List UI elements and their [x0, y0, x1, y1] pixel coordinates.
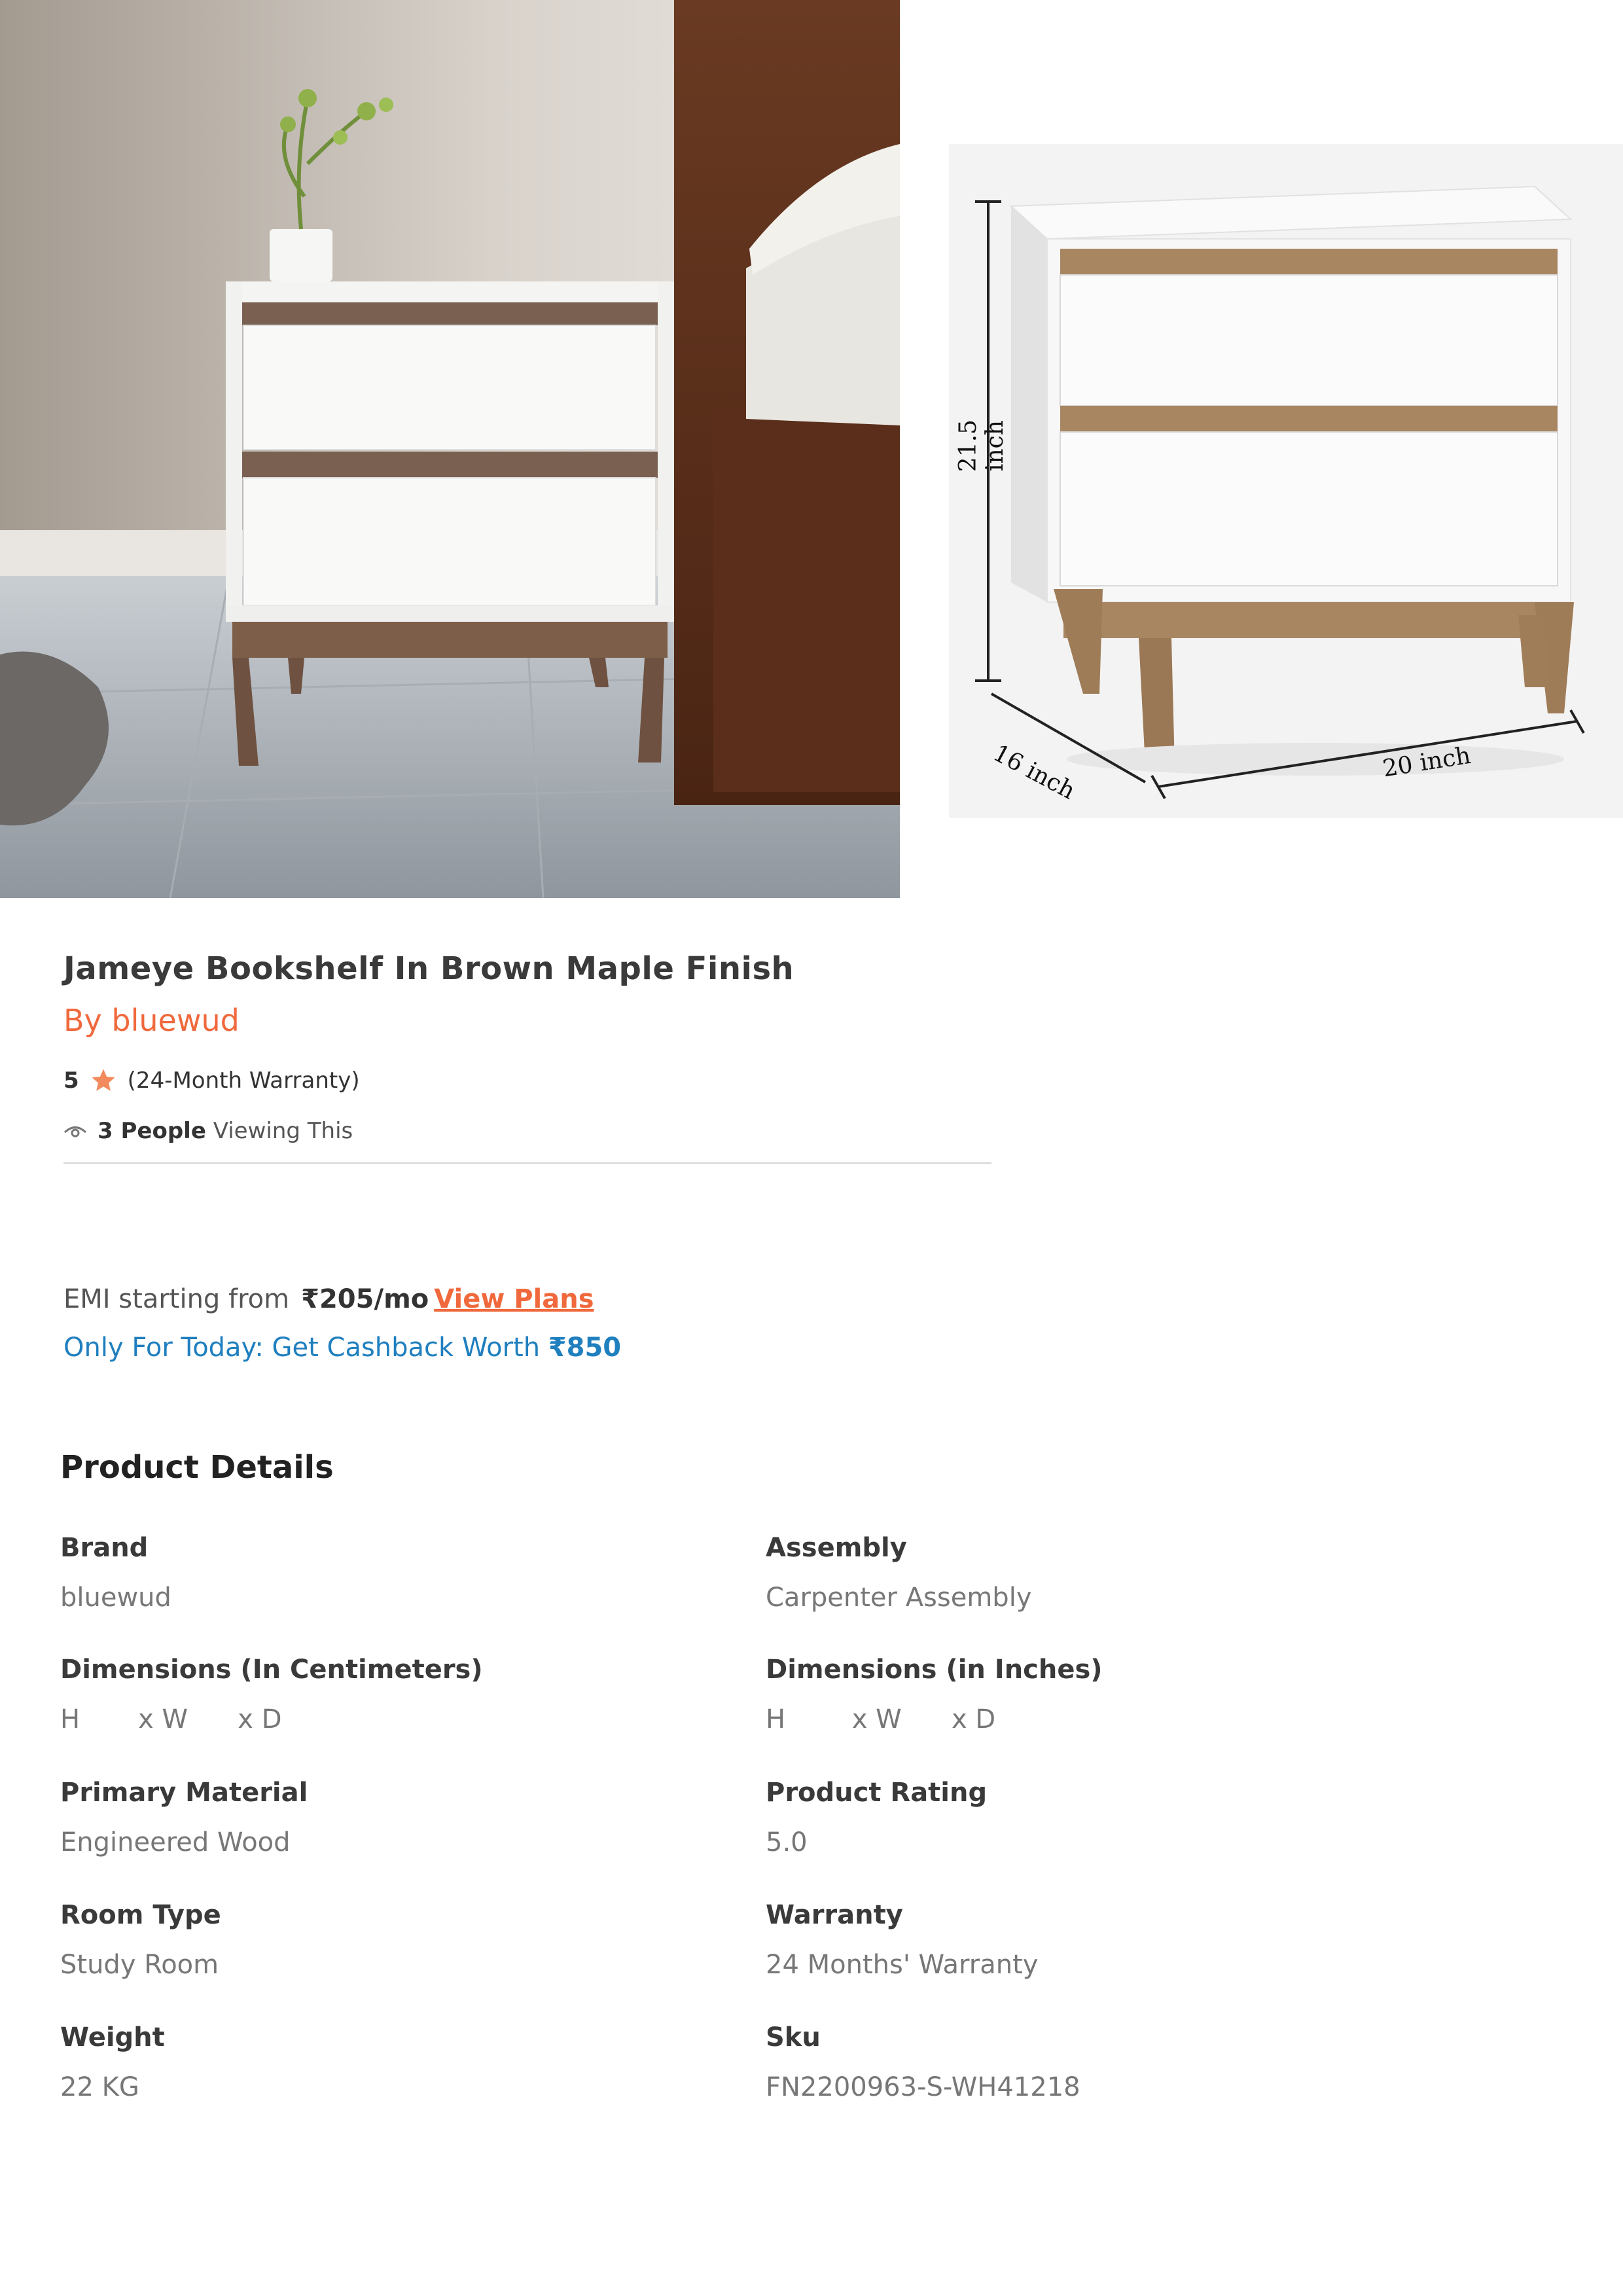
spec-label-material: Primary Material [60, 1778, 308, 1808]
spec-value-assembly: Carpenter Assembly [766, 1583, 1032, 1613]
spec-label-weight: Weight [60, 2022, 165, 2053]
spec-label-sku: Sku [766, 2022, 821, 2053]
emi-price: ₹205/mo [301, 1284, 429, 1314]
rating-value: 5 [63, 1067, 79, 1094]
product-image-lifestyle[interactable] [0, 0, 900, 898]
spec-label-room-type: Room Type [60, 1900, 221, 1930]
rating-row: 5 (24-Month Warranty) [63, 1067, 360, 1094]
spec-label-assembly: Assembly [766, 1533, 907, 1563]
product-details-heading: Product Details [60, 1449, 334, 1486]
spec-value-dimensions-cm: H x W x D [60, 1704, 282, 1734]
spec-label-brand: Brand [60, 1533, 149, 1563]
spec-value-room-type: Study Room [60, 1950, 219, 1980]
viewers-count: 3 People [98, 1118, 206, 1144]
spec-label-rating: Product Rating [766, 1778, 988, 1808]
brand-link[interactable]: By bluewud [63, 1003, 240, 1038]
spec-value-rating: 5.0 [766, 1827, 808, 1857]
viewers-suffix: Viewing This [213, 1118, 353, 1144]
cashback-amount: ₹850 [548, 1333, 622, 1363]
product-image-dimensions[interactable]: 21.5 inch 16 inch 20 inch [949, 144, 1623, 818]
spec-value-weight: 22 KG [60, 2072, 139, 2102]
eye-icon [63, 1126, 87, 1138]
product-title: Jameye Bookshelf In Brown Maple Finish [63, 950, 794, 987]
emi-prefix: EMI starting from [63, 1284, 290, 1314]
spec-value-material: Engineered Wood [60, 1827, 291, 1857]
dimension-height-label: 21.5 inch [955, 419, 1008, 473]
view-plans-link[interactable]: View Plans [434, 1284, 594, 1314]
star-icon [92, 1069, 115, 1091]
spec-value-dimensions-in: H x W x D [766, 1704, 996, 1734]
viewers-row: 3 People Viewing This [63, 1118, 353, 1144]
section-divider [63, 1162, 991, 1164]
cashback-offer: Only For Today: Get Cashback Worth ₹850 [63, 1333, 621, 1363]
spec-value-warranty: 24 Months' Warranty [766, 1950, 1039, 1980]
spec-label-warranty: Warranty [766, 1900, 903, 1930]
emi-row: EMI starting from ₹205/mo View Plans [63, 1284, 594, 1314]
spec-label-dimensions-in: Dimensions (in Inches) [766, 1655, 1103, 1685]
spec-value-sku: FN2200963-S-WH41218 [766, 2072, 1080, 2102]
cashback-text: Only For Today: Get Cashback Worth [63, 1333, 541, 1363]
spec-label-dimensions-cm: Dimensions (In Centimeters) [60, 1655, 483, 1685]
spec-value-brand: bluewud [60, 1583, 171, 1613]
warranty-note: (24-Month Warranty) [127, 1067, 360, 1094]
